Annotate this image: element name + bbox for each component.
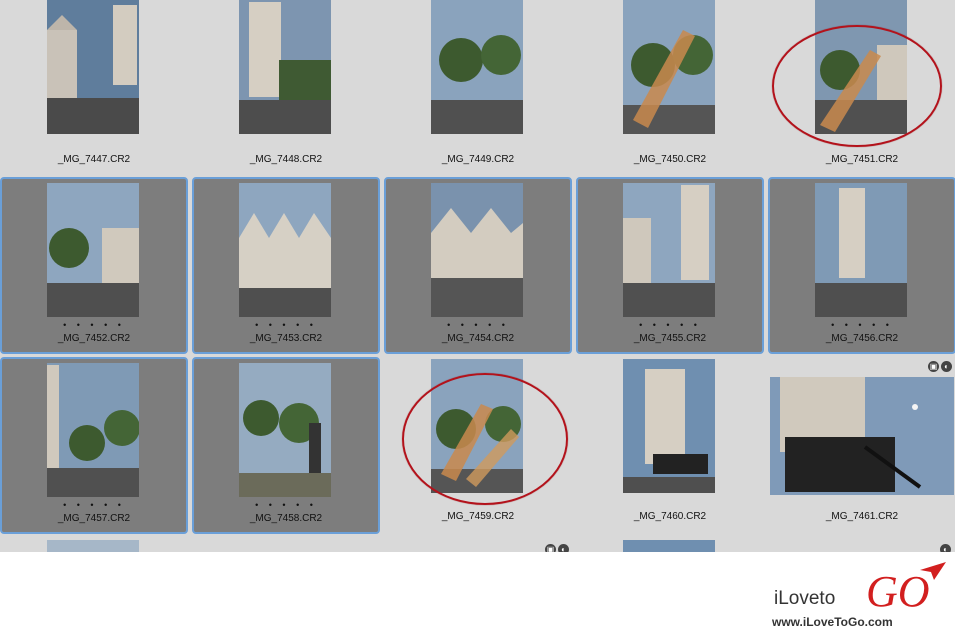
file-name: _MG_7459.CR2 [441,511,515,522]
file-name: _MG_7461.CR2 [825,511,899,522]
photo-thumbnail[interactable] [47,0,139,134]
file-name: _MG_7455.CR2 [633,333,707,344]
photo-thumbnail[interactable] [239,363,331,497]
rating-stars[interactable]: • • • • • [2,320,186,330]
thumbnail-cell[interactable]: • • • • • _MG_7457.CR2 [0,357,188,534]
file-name: _MG_7448.CR2 [249,154,323,165]
photo-thumbnail[interactable] [239,0,331,134]
rating-stars[interactable]: • • • • • [2,500,186,510]
thumbnail-cell[interactable]: • • • • • _MG_7452.CR2 [0,177,188,354]
adjust-icon: ◐ [941,361,952,372]
file-name: _MG_7457.CR2 [57,513,131,524]
rating-stars[interactable]: • • • • • [386,320,570,330]
brand-prefix: iLoveto [774,588,836,609]
photo-thumbnail[interactable] [47,363,139,497]
photo-thumbnail[interactable] [431,183,523,317]
file-name: _MG_7453.CR2 [249,333,323,344]
file-name: _MG_7449.CR2 [441,154,515,165]
paper-plane-icon [920,562,946,585]
thumbnail-cell[interactable]: • • • • • _MG_7454.CR2 [384,177,572,354]
thumbnail-cell[interactable]: • • • • • _MG_7455.CR2 [576,177,764,354]
rating-stars[interactable]: • • • • • [194,500,378,510]
file-name: _MG_7460.CR2 [633,511,707,522]
file-name: _MG_7450.CR2 [633,154,707,165]
thumbnail-cell[interactable] [0,537,188,552]
thumbnail-cell[interactable]: • • • • • _MG_7456.CR2 [768,177,955,354]
rating-stars[interactable]: • • • • • [194,320,378,330]
badge-group: ▣ ◐ [928,361,952,372]
photo-thumbnail[interactable] [47,540,139,552]
crop-icon: ▣ [545,544,556,552]
rating-stars[interactable]: • • • • • [770,320,954,330]
thumbnail-cell[interactable]: _MG_7449.CR2 [384,0,572,177]
photo-thumbnail[interactable] [623,183,715,317]
file-name: _MG_7458.CR2 [249,513,323,524]
thumbnail-cell[interactable]: ▣ ◐ _MG_7461.CR2 [768,357,955,534]
thumbnail-cell[interactable]: • • • • • _MG_7458.CR2 [192,357,380,534]
photo-thumbnail[interactable] [623,540,715,552]
annotation-circle [402,373,568,505]
file-name: _MG_7447.CR2 [57,154,131,165]
photo-thumbnail[interactable] [815,183,907,317]
thumbnail-cell[interactable]: _MG_7460.CR2 [576,357,764,534]
file-name: _MG_7454.CR2 [441,333,515,344]
file-browser-grid: _MG_7447.CR2 _MG_7448.CR2 _MG_7449.CR2 _… [0,0,955,552]
watermark-logo: iLoveto GO www.iLoveToGo.com [770,560,950,634]
photo-thumbnail[interactable] [47,183,139,317]
photo-thumbnail[interactable] [431,0,523,134]
photo-thumbnail[interactable] [623,0,715,134]
photo-thumbnail[interactable] [623,359,715,493]
thumbnail-cell[interactable]: • • • • • _MG_7453.CR2 [192,177,380,354]
file-name: _MG_7456.CR2 [825,333,899,344]
thumbnail-cell[interactable]: _MG_7450.CR2 [576,0,764,177]
thumbnail-cell[interactable]: _MG_7447.CR2 [0,0,188,177]
badge-group: ◐ [940,544,951,552]
photo-thumbnail[interactable] [770,377,954,495]
annotation-circle [772,25,942,147]
thumbnail-cell[interactable]: _MG_7448.CR2 [192,0,380,177]
crop-icon: ▣ [928,361,939,372]
adjust-icon: ◐ [940,544,951,552]
photo-thumbnail[interactable] [239,183,331,317]
adjust-icon: ◐ [558,544,569,552]
brand-url: www.iLoveToGo.com [772,615,893,629]
file-name: _MG_7451.CR2 [825,154,899,165]
thumbnail-cell[interactable] [576,537,764,552]
rating-stars[interactable]: • • • • • [578,320,762,330]
file-name: _MG_7452.CR2 [57,333,131,344]
